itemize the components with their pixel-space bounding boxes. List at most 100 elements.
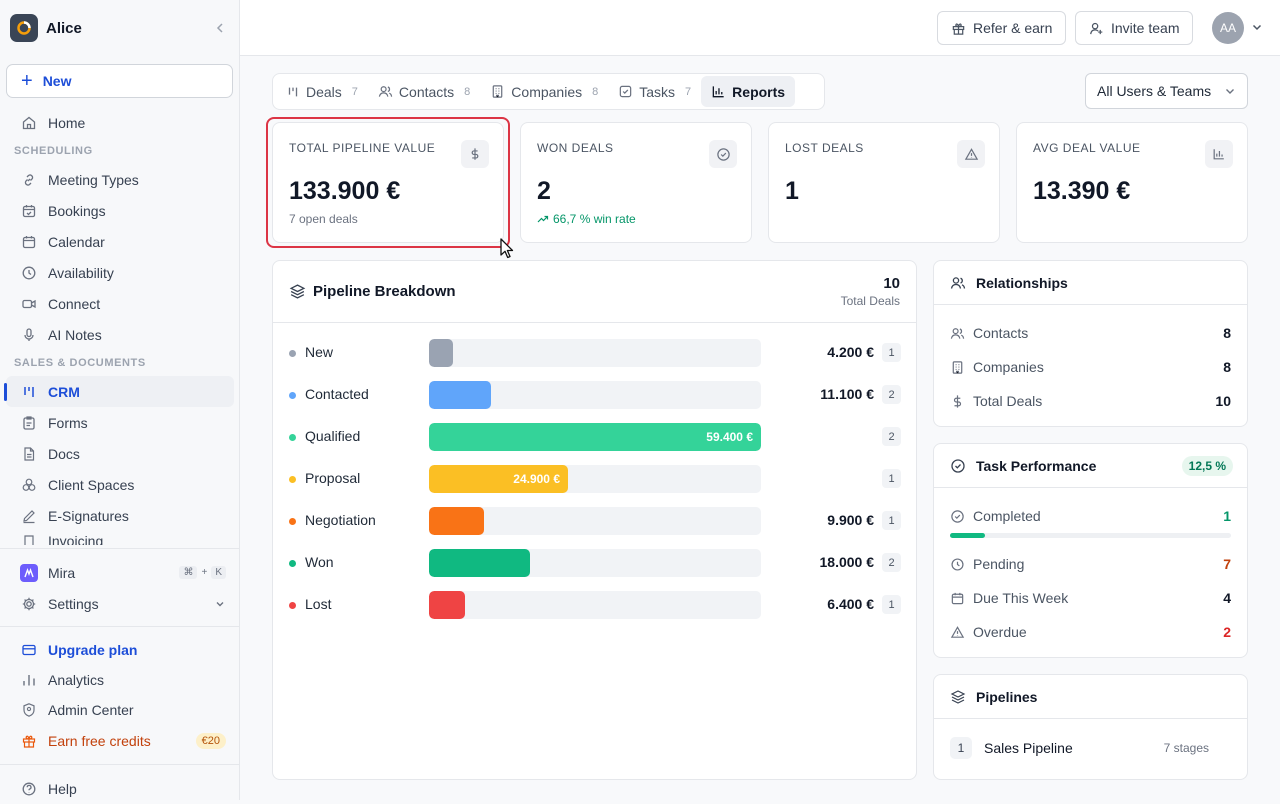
- sidebar-item-upgrade-plan[interactable]: Upgrade plan: [6, 634, 234, 665]
- chevron-down-icon[interactable]: [1251, 21, 1263, 33]
- sidebar-item-label: Mira: [48, 564, 76, 581]
- sidebar-item-label: Forms: [48, 414, 88, 431]
- alert-triangle-icon: [950, 625, 965, 640]
- sidebar-item-label: Connect: [48, 295, 101, 312]
- stat-card-lost-deals: LOST DEALS 1: [768, 122, 1000, 243]
- sidebar-item-admin-center[interactable]: Admin Center: [6, 695, 234, 725]
- refer-earn-button[interactable]: Refer & earn: [937, 11, 1067, 45]
- sidebar-item-mira[interactable]: Mira ⌘ + K: [6, 557, 234, 588]
- sidebar-item-ai-notes[interactable]: AI Notes: [6, 319, 234, 350]
- stage-count-badge: 1: [882, 511, 901, 530]
- tab-reports[interactable]: Reports: [701, 76, 796, 107]
- calendar-icon: [20, 233, 38, 251]
- clock-icon: [950, 557, 965, 572]
- sidebar-item-crm[interactable]: CRM: [4, 376, 234, 407]
- pipeline-name: Sales Pipeline: [984, 740, 1073, 756]
- shield-user-icon: [20, 701, 38, 719]
- help-circle-icon: [20, 780, 38, 798]
- stage-dot: [289, 518, 296, 525]
- shortcut-hint: ⌘ + K: [179, 566, 226, 579]
- sidebar-item-label: Calendar: [48, 233, 105, 250]
- task-row-pending[interactable]: Pending 7: [950, 554, 1231, 574]
- bar-chart-icon: [711, 84, 726, 99]
- sidebar-item-calendar[interactable]: Calendar: [6, 226, 234, 257]
- total-deals-label: Total Deals: [840, 294, 900, 308]
- stage-bar-track: [429, 549, 761, 577]
- sidebar-item-settings[interactable]: Settings: [6, 588, 234, 619]
- sidebar-item-analytics[interactable]: Analytics: [6, 665, 234, 695]
- sidebar-item-label: Meeting Types: [48, 171, 139, 188]
- workspace-name: Alice: [46, 19, 82, 37]
- row-value: 1: [1223, 508, 1231, 524]
- task-row-completed[interactable]: Completed 1: [950, 506, 1231, 526]
- tab-label: Companies: [511, 83, 583, 100]
- row-label: Overdue: [973, 624, 1027, 640]
- stat-card-avg-deal: AVG DEAL VALUE 13.390 €: [1016, 122, 1248, 243]
- clipboard-icon: [20, 414, 38, 432]
- mouse-cursor: [499, 238, 515, 260]
- sidebar-item-meeting-types[interactable]: Meeting Types: [6, 164, 234, 195]
- user-plus-icon: [1089, 21, 1104, 36]
- row-label: Completed: [973, 508, 1041, 524]
- stage-name: Contacted: [305, 386, 369, 402]
- avatar[interactable]: AA: [1212, 12, 1244, 44]
- row-label: Contacts: [973, 325, 1029, 341]
- workspace-switcher[interactable]: Alice: [10, 14, 227, 42]
- sidebar-item-bookings[interactable]: Bookings: [6, 195, 234, 226]
- row-label: Due This Week: [973, 590, 1069, 606]
- bar-chart-icon: [20, 671, 38, 689]
- sidebar-item-label: Docs: [48, 445, 80, 462]
- stage-row-won[interactable]: Won 18.000 € 2: [273, 548, 918, 578]
- users-teams-filter[interactable]: All Users & Teams: [1085, 73, 1248, 109]
- stage-row-negotiation[interactable]: Negotiation 9.900 € 1: [273, 506, 918, 536]
- collapse-sidebar-icon[interactable]: [213, 21, 227, 35]
- credit-badge: €20: [195, 732, 226, 749]
- tab-label: Contacts: [398, 83, 455, 100]
- task-row-due-this-week[interactable]: Due This Week 4: [950, 588, 1231, 608]
- sidebar-item-availability[interactable]: Availability: [6, 257, 234, 288]
- stage-row-qualified[interactable]: Qualified 59.400 € 2: [273, 422, 918, 452]
- stat-value: 2: [537, 177, 551, 205]
- relationship-row-companies[interactable]: Companies 8: [950, 357, 1231, 377]
- pipeline-row-sales[interactable]: Sales Pipeline 7 stages: [984, 738, 1209, 758]
- invite-team-button[interactable]: Invite team: [1075, 11, 1194, 45]
- stage-row-contacted[interactable]: Contacted 11.100 € 2: [273, 380, 918, 410]
- stage-row-new[interactable]: New 4.200 € 1: [273, 338, 918, 368]
- new-button[interactable]: + New: [6, 64, 233, 98]
- sidebar-item-invoicing[interactable]: Invoicing: [6, 531, 234, 545]
- sidebar-item-label: Earn free credits: [48, 732, 151, 749]
- sidebar-item-forms[interactable]: Forms: [6, 407, 234, 438]
- sidebar-item-client-spaces[interactable]: Client Spaces: [6, 469, 234, 500]
- sidebar-item-home[interactable]: Home: [6, 107, 234, 138]
- row-value: 8: [1223, 359, 1231, 375]
- sidebar-item-label: CRM: [48, 383, 80, 400]
- row-label: Companies: [973, 359, 1044, 375]
- tab-deals[interactable]: Deals 7: [276, 76, 368, 107]
- highlight-box: [266, 117, 510, 248]
- tab-companies[interactable]: Companies 8: [480, 76, 608, 107]
- relationship-row-contacts[interactable]: Contacts 8: [950, 323, 1231, 343]
- stage-name: Negotiation: [305, 512, 376, 528]
- stage-dot: [289, 434, 296, 441]
- sidebar-item-e-signatures[interactable]: E-Signatures: [6, 500, 234, 531]
- stage-name: New: [305, 344, 334, 360]
- building-icon: [950, 360, 965, 375]
- stage-row-proposal[interactable]: Proposal 24.900 € 1: [273, 464, 918, 494]
- stage-name: Lost: [305, 596, 332, 612]
- layers-icon: [289, 283, 306, 300]
- sidebar-item-label: Admin Center: [48, 702, 134, 718]
- completion-badge: 12,5 %: [1181, 455, 1233, 476]
- task-row-overdue[interactable]: Overdue 2: [950, 622, 1231, 642]
- row-value: 8: [1223, 325, 1231, 341]
- relationship-row-total-deals[interactable]: Total Deals 10: [950, 391, 1231, 411]
- sidebar-item-earn-credits[interactable]: Earn free credits €20: [6, 725, 234, 756]
- pipeline-stages: 7 stages: [1163, 741, 1209, 755]
- link-icon: [20, 171, 38, 189]
- sidebar-item-label: Bookings: [48, 202, 106, 219]
- tab-contacts[interactable]: Contacts 8: [368, 76, 480, 107]
- sidebar-item-docs[interactable]: Docs: [6, 438, 234, 469]
- sidebar-item-connect[interactable]: Connect: [6, 288, 234, 319]
- tab-tasks[interactable]: Tasks 7: [608, 76, 701, 107]
- sidebar-item-help[interactable]: Help: [6, 773, 234, 804]
- stage-row-lost[interactable]: Lost 6.400 € 1: [273, 590, 918, 620]
